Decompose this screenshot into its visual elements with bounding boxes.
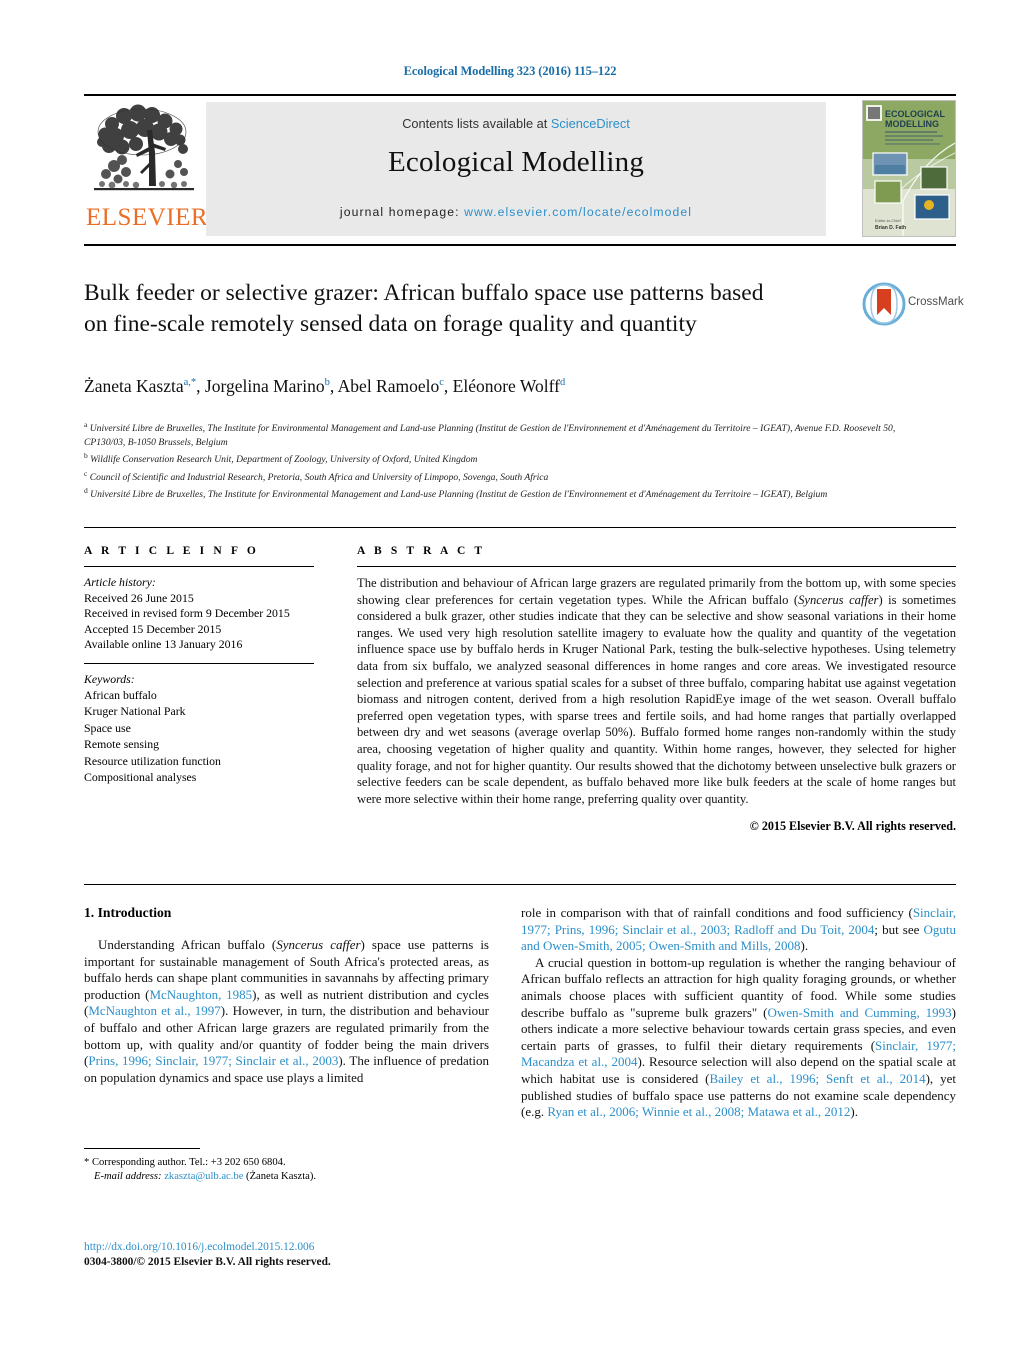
affiliation-list: a Université Libre de Bruxelles, The Ins…: [84, 418, 904, 502]
divider-below-abstract: [84, 884, 956, 885]
doi-block: http://dx.doi.org/10.1016/j.ecolmodel.20…: [84, 1240, 504, 1270]
email-note: E-mail address: zkaszta@ulb.ac.be (Żanet…: [94, 1171, 317, 1182]
abstract-copyright: © 2015 Elsevier B.V. All rights reserved…: [749, 819, 956, 834]
running-head: Ecological Modelling 323 (2016) 115–122: [403, 64, 617, 78]
crossmark-badge[interactable]: CrossMark: [862, 282, 964, 328]
crossmark-label: CrossMark: [908, 296, 964, 308]
history-received: Received 26 June 2015: [84, 590, 194, 605]
divider: [84, 566, 314, 567]
history-revised: Received in revised form 9 December 2015: [84, 606, 290, 620]
svg-text:Editor-in-Chief: Editor-in-Chief: [875, 218, 901, 223]
journal-homepage-line: journal homepage: www.elsevier.com/locat…: [206, 205, 826, 219]
crossmark-icon: [862, 282, 906, 326]
affiliation-text: Université Libre de Bruxelles, The Insti…: [90, 489, 828, 501]
intro-paragraph-3: A crucial question in bottom-up regulati…: [521, 954, 956, 1120]
keyword-item: Remote sensing: [84, 737, 160, 752]
section-title-introduction: 1. Introduction: [84, 905, 172, 920]
author-list: Żaneta Kasztaa,*, Jorgelina Marinob, Abe…: [84, 376, 566, 396]
divider-above-abstract: [84, 527, 956, 528]
affiliation-text: Wildlife Conservation Research Unit, Dep…: [90, 454, 478, 466]
journal-cover-thumbnail: ECOLOGICAL MODELLING Editor-in-Chief Bri…: [862, 100, 956, 237]
svg-text:MODELLING: MODELLING: [885, 119, 939, 129]
affiliation-marker: c: [84, 468, 88, 478]
keyword-item: Compositional analyses: [84, 770, 197, 785]
affiliation-c: c Council of Scientific and Industrial R…: [84, 467, 904, 485]
footnote-rule: [84, 1148, 200, 1149]
cover-artwork: ECOLOGICAL MODELLING Editor-in-Chief Bri…: [863, 101, 955, 236]
affiliation-b: b Wildlife Conservation Research Unit, D…: [84, 449, 904, 467]
contents-prefix: Contents lists available at: [402, 116, 551, 131]
doi-link[interactable]: http://dx.doi.org/10.1016/j.ecolmodel.20…: [84, 1240, 504, 1255]
keyword-item: African buffalo: [84, 688, 157, 702]
history-accepted: Accepted 15 December 2015: [84, 621, 222, 636]
abstract-text: The distribution and behaviour of Africa…: [357, 576, 956, 806]
intro-paragraph-1: Understanding African buffalo (Syncerus …: [84, 937, 489, 1085]
keywords-label: Keywords:: [84, 671, 135, 686]
affiliation-marker: d: [84, 486, 88, 496]
intro-paragraph-2-continued: role in comparison with that of rainfall…: [521, 905, 956, 954]
elsevier-wordmark: ELSEVIER: [86, 204, 209, 231]
journal-article-page: Ecological Modelling 323 (2016) 115–122: [0, 0, 1020, 1351]
body-column-left: 1. Introduction Understanding African bu…: [84, 905, 489, 1086]
abstract-heading: A B S T R A C T: [357, 545, 486, 557]
svg-text:ECOLOGICAL: ECOLOGICAL: [885, 109, 946, 119]
masthead-band: Contents lists available at ScienceDirec…: [206, 102, 826, 236]
affiliation-a: a Université Libre de Bruxelles, The Ins…: [84, 418, 904, 449]
homepage-prefix: journal homepage:: [339, 205, 465, 219]
body-column-right: role in comparison with that of rainfall…: [521, 905, 956, 1121]
divider: [357, 566, 956, 567]
history-online: Available online 13 January 2016: [84, 637, 243, 651]
journal-title: Ecological Modelling: [387, 146, 645, 178]
article-info-heading: A R T I C L E I N F O: [84, 545, 259, 557]
keyword-item: Kruger National Park: [84, 704, 186, 719]
affiliation-marker: b: [84, 451, 88, 460]
sciencedirect-link[interactable]: ScienceDirect: [551, 116, 630, 131]
abstract-section: A B S T R A C T The distribution and beh…: [357, 545, 956, 834]
contents-available-line: Contents lists available at ScienceDirec…: [206, 116, 826, 131]
footnote-block: * Corresponding author. Tel.: +3 202 650…: [84, 1148, 489, 1184]
corresponding-author-note: * Corresponding author. Tel.: +3 202 650…: [84, 1157, 286, 1168]
journal-homepage-link[interactable]: www.elsevier.com/locate/ecolmodel: [464, 205, 692, 219]
affiliation-d: d Université Libre de Bruxelles, The Ins…: [84, 484, 904, 502]
page-title: Bulk feeder or selective grazer: African…: [84, 280, 764, 337]
affiliation-marker: a: [84, 420, 88, 429]
article-info-section: A R T I C L E I N F O Article history: R…: [84, 545, 314, 785]
elsevier-tree-icon: [94, 104, 194, 191]
article-history-label: Article history:: [84, 575, 156, 589]
affiliation-text: Council of Scientific and Industrial Res…: [89, 471, 549, 483]
affiliation-text: Université Libre de Bruxelles, The Insti…: [84, 423, 896, 448]
issn-copyright: 0304-3800/© 2015 Elsevier B.V. All right…: [84, 1256, 331, 1268]
keyword-item: Space use: [84, 720, 131, 735]
journal-masthead: ELSEVIER Contents lists available at Sci…: [84, 94, 956, 246]
divider: [84, 662, 314, 664]
keyword-item: Resource utilization function: [84, 753, 221, 768]
svg-text:Brian D. Fath: Brian D. Fath: [875, 225, 906, 231]
elsevier-logo: ELSEVIER: [86, 100, 209, 240]
